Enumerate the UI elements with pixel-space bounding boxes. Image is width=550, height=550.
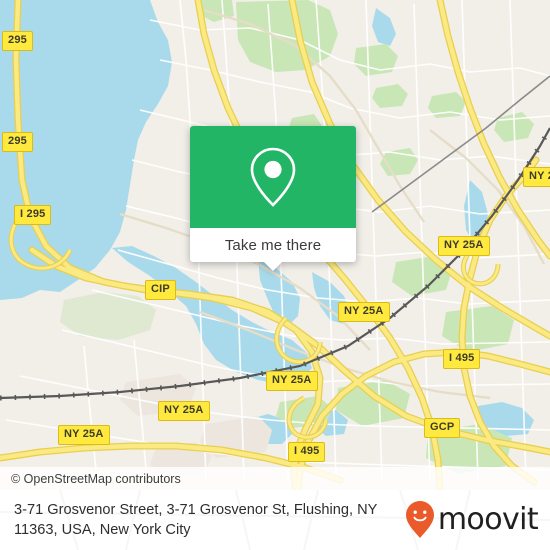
map-attribution-bar: © OpenStreetMap contributors [0,467,550,490]
take-me-there-label: Take me there [224,236,322,254]
footer-content: 3-71 Grosvenor Street, 3-71 Grosvenor St… [0,490,550,550]
road-shield[interactable]: GCP [424,418,461,438]
location-callout-card[interactable]: Take me there [190,126,356,271]
footer-bar: 3-71 Grosvenor Street, 3-71 Grosvenor St… [0,490,550,550]
road-shield[interactable]: I 495 [443,349,481,369]
road-shield[interactable]: NY 25A [338,302,390,322]
road-shield[interactable]: NY 25A [158,401,210,421]
road-shield[interactable]: NY 2 [523,167,550,187]
road-shield[interactable]: I 495 [288,442,326,462]
road-shield[interactable]: I 295 [14,205,52,225]
map-canvas[interactable]: 295 295 I 295 CIP NY 25A NY 25A NY 25A N… [0,0,550,490]
road-shield[interactable]: 295 [2,132,33,152]
openstreetmap-attribution[interactable]: © OpenStreetMap contributors [0,472,181,486]
moovit-map-screenshot: 295 295 I 295 CIP NY 25A NY 25A NY 25A N… [0,0,550,550]
callout-icon-panel [190,126,356,228]
address-label: 3-71 Grosvenor Street, 3-71 Grosvenor St… [14,502,378,538]
moovit-smiley-pin-icon [405,501,434,538]
callout-pointer-tail [264,262,282,271]
road-shield[interactable]: NY 25A [58,425,110,445]
moovit-wordmark: moovit [437,502,539,537]
road-shield[interactable]: 295 [2,31,33,51]
moovit-logo[interactable]: moovit [405,500,539,540]
map-pin-icon [250,147,296,207]
road-shield[interactable]: NY 25A [266,371,318,391]
callout-action-bar[interactable]: Take me there [190,228,356,271]
road-shield[interactable]: CIP [145,280,176,300]
road-shield[interactable]: NY 25A [438,236,490,256]
